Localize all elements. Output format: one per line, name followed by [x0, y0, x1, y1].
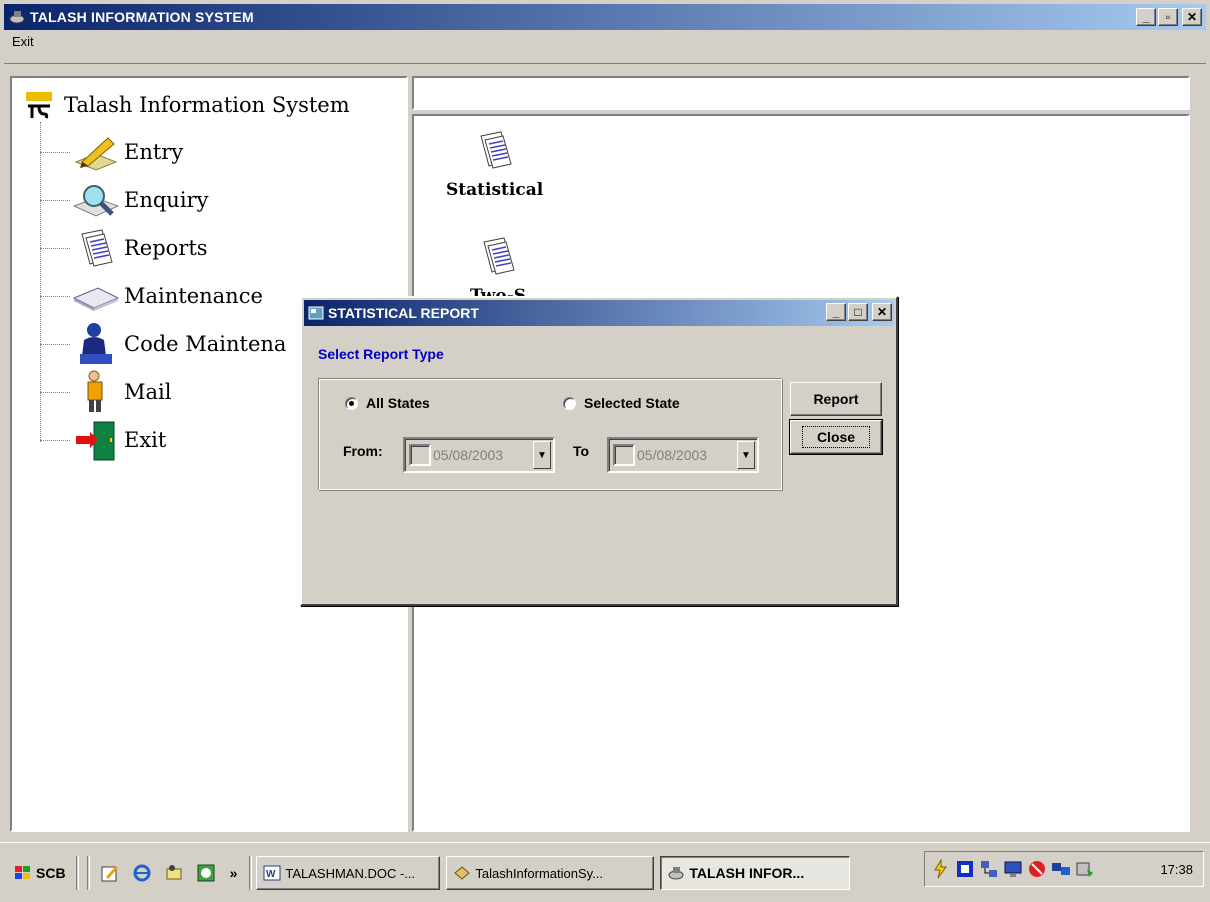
blue-square-icon[interactable] [955, 859, 975, 879]
pencil-icon [70, 130, 122, 174]
maximize-button[interactable]: ▫ [1158, 8, 1178, 26]
dialog-title: STATISTICAL REPORT [328, 305, 479, 321]
reports-icon [70, 226, 122, 270]
task-label: TalashInformationSy... [475, 865, 604, 881]
network-icon[interactable] [979, 859, 999, 879]
menu-bar: Exit [4, 30, 1206, 64]
taskbar: SCB » W TALASHMAN.DOC -... TalashInforma… [0, 842, 1210, 902]
window-title: TALASH INFORMATION SYSTEM [30, 9, 254, 25]
tree-item-label: Entry [124, 140, 184, 164]
chevron-down-icon[interactable]: ▼ [737, 441, 755, 469]
computers-icon[interactable] [1051, 859, 1071, 879]
quicklaunch-more[interactable]: » [230, 865, 238, 881]
statistical-report-dialog[interactable]: STATISTICAL REPORT _ □ ✕ Select Report T… [300, 296, 898, 606]
task-label: TALASH INFOR... [689, 865, 805, 881]
to-date-checkbox[interactable] [613, 444, 635, 466]
tree-item-label: Exit [124, 428, 167, 452]
tree-item-label: Reports [124, 236, 208, 260]
outlook-icon[interactable] [163, 862, 185, 884]
dialog-maximize-button[interactable]: □ [848, 303, 868, 321]
system-tray: 17:38 [924, 851, 1204, 887]
tree-item-label: Mail [124, 380, 172, 404]
talash-logo-icon [26, 92, 52, 119]
dialog-close-button[interactable]: ✕ [872, 303, 892, 321]
minimize-button[interactable]: _ [1136, 8, 1156, 26]
chevron-down-icon[interactable]: ▼ [533, 441, 551, 469]
task-talash-info-active[interactable]: TALASH INFOR... [660, 856, 851, 890]
dialog-minimize-button[interactable]: _ [826, 303, 846, 321]
report-doc-icon [483, 237, 515, 275]
word-doc-icon: W [263, 865, 281, 881]
svg-text:W: W [266, 869, 276, 880]
close-button[interactable]: ✕ [1182, 8, 1202, 26]
mail-person-icon [70, 370, 122, 414]
internet-explorer-icon[interactable] [131, 862, 153, 884]
clock[interactable]: 17:38 [1160, 862, 1193, 877]
radio-selected-state-label: Selected State [584, 395, 680, 411]
radio-unchecked-icon [563, 396, 576, 410]
task-talash-information-system[interactable]: TalashInformationSy... [446, 856, 655, 890]
app-icon [454, 866, 471, 880]
antivirus-icon[interactable] [1027, 859, 1047, 879]
dialog-title-bar[interactable]: STATISTICAL REPORT _ □ ✕ [304, 300, 894, 326]
app-icon [9, 11, 25, 24]
tree-item-entry[interactable]: Entry [40, 130, 183, 174]
scheduler-icon[interactable] [195, 862, 217, 884]
disk-icon[interactable] [1075, 859, 1095, 879]
tree-item-label: Maintenance [124, 284, 263, 308]
dialog-app-icon [308, 306, 324, 320]
from-date-picker[interactable]: 05/08/2003 ▼ [403, 437, 555, 473]
radio-all-states[interactable]: All States [345, 395, 430, 411]
user-icon [70, 322, 122, 366]
from-label: From: [343, 443, 383, 459]
from-date-checkbox[interactable] [409, 444, 431, 466]
close-button-label: Close [801, 426, 871, 448]
main-title-bar[interactable]: TALASH INFORMATION SYSTEM _ ▫ ✕ [4, 4, 1206, 30]
lightning-icon[interactable] [931, 859, 951, 879]
tree-item-mail[interactable]: Mail [40, 370, 171, 414]
tree-item-reports[interactable]: Reports [40, 226, 208, 270]
start-label: SCB [36, 865, 66, 881]
task-word-document[interactable]: W TALASHMAN.DOC -... [256, 856, 441, 890]
tree-item-code-maintenance[interactable]: Code Maintena [40, 322, 286, 366]
maintenance-icon [70, 274, 122, 318]
monitor-icon[interactable] [1003, 859, 1023, 879]
magnifier-icon [70, 178, 122, 222]
radio-checked-icon [345, 396, 358, 410]
report-item-label: Statistical [446, 180, 544, 200]
start-button[interactable]: SCB [8, 856, 72, 890]
select-report-type-label: Select Report Type [318, 346, 444, 362]
report-doc-icon [479, 131, 512, 169]
close-dialog-button[interactable]: Close [789, 419, 883, 455]
start-logo-icon [15, 866, 30, 879]
tree-root[interactable]: Talash Information System [24, 90, 350, 120]
menu-exit[interactable]: Exit [12, 34, 34, 49]
tree-item-maintenance[interactable]: Maintenance [40, 274, 263, 318]
dialog-window-controls: _ □ ✕ [826, 303, 892, 321]
from-date-value: 05/08/2003 [433, 447, 504, 463]
edit-icon[interactable] [99, 862, 121, 884]
to-date-value: 05/08/2003 [637, 447, 708, 463]
report-button[interactable]: Report [790, 382, 882, 416]
radio-selected-state[interactable]: Selected State [563, 395, 680, 411]
radio-all-states-label: All States [366, 395, 430, 411]
to-label: To [573, 443, 590, 459]
window-controls: _ ▫ ✕ [1136, 8, 1202, 26]
tree-item-exit[interactable]: Exit [40, 418, 166, 462]
tree-item-label: Enquiry [124, 188, 209, 212]
app-icon [668, 867, 684, 880]
report-item-statistical[interactable]: Statistical [446, 128, 543, 200]
tree-item-label: Code Maintena [124, 332, 287, 356]
to-date-picker[interactable]: 05/08/2003 ▼ [607, 437, 759, 473]
report-type-group: All States Selected State From: 05/08/20… [318, 378, 782, 490]
tree-item-enquiry[interactable]: Enquiry [40, 178, 208, 222]
task-label: TALASHMAN.DOC -... [285, 865, 416, 881]
exit-door-icon [70, 418, 122, 462]
tree-root-label: Talash Information System [64, 93, 350, 117]
path-bar [412, 76, 1190, 110]
